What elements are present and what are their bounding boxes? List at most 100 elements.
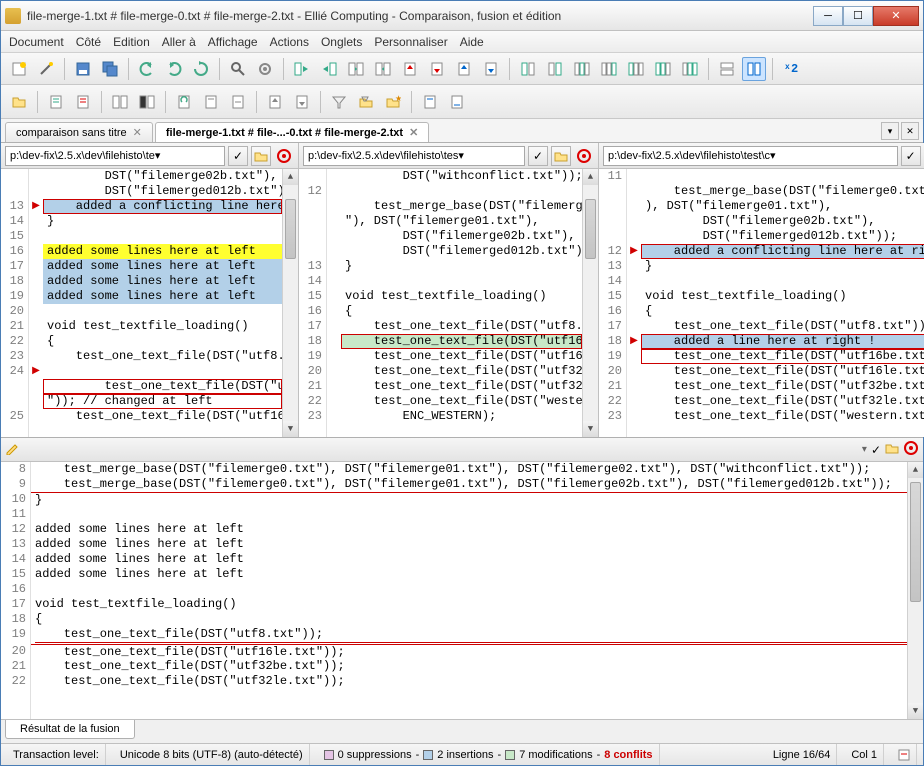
doc-arrow-up-icon[interactable] [263,90,287,114]
filter-icon[interactable] [327,90,351,114]
open-folder-icon[interactable] [251,146,271,166]
nav-next-diff-icon[interactable] [425,57,449,81]
menu-aide[interactable]: Aide [460,35,484,49]
doc-d-icon[interactable] [226,90,250,114]
tab-merge-result[interactable]: Résultat de la fusion [5,720,135,739]
edit-icon[interactable] [5,441,19,458]
check-icon[interactable]: ✓ [228,146,248,166]
folder-open-icon[interactable] [7,90,31,114]
menu-actions[interactable]: Actions [270,35,309,49]
nav-next-conflict-icon[interactable] [479,57,503,81]
three-merge-4-icon[interactable] [651,57,675,81]
undo-icon[interactable] [135,57,159,81]
secondary-toolbar: ★ [1,85,923,119]
layout-horiz-icon[interactable] [715,57,739,81]
tab-label: comparaison sans titre [16,127,127,139]
refresh-icon[interactable] [189,57,213,81]
three-merge-3-icon[interactable] [624,57,648,81]
x2-icon[interactable]: ˣ2 [779,57,803,81]
filter-folder-icon[interactable] [354,90,378,114]
target-icon[interactable] [574,146,594,166]
menu-aller-a[interactable]: Aller à [162,35,196,49]
save-all-icon[interactable] [98,57,122,81]
status-col: Col 1 [845,744,884,765]
doc-pair-1-icon[interactable] [108,90,132,114]
doc-pair-2-icon[interactable] [135,90,159,114]
nav-prev-conflict-icon[interactable] [452,57,476,81]
app-icon [5,8,21,24]
three-merge-5-icon[interactable] [678,57,702,81]
nav-prev-diff-icon[interactable] [398,57,422,81]
close-button[interactable]: ✕ [873,6,919,26]
scrollbar[interactable]: ▲▼ [907,462,923,719]
three-merge-1-icon[interactable] [570,57,594,81]
minimize-button[interactable]: ─ [813,6,843,26]
tabs-close-icon[interactable]: ✕ [901,122,919,140]
search-icon[interactable] [226,57,250,81]
new-icon[interactable] [7,57,31,81]
scrollbar[interactable]: ▲▼ [582,169,598,437]
three-way-panes: p:\dev-fix\2.5.x\dev\filehisto\te ▾ ✓ 13… [1,143,923,438]
status-marker-icon [892,744,917,765]
close-icon[interactable]: ✕ [133,126,142,139]
doc-b-icon[interactable] [71,90,95,114]
menu-personnaliser[interactable]: Personnaliser [374,35,447,49]
merge-left-icon[interactable] [290,57,314,81]
path-input[interactable]: p:\dev-fix\2.5.x\dev\filehisto\te ▾ [5,146,225,166]
document-tabs: comparaison sans titre ✕ file-merge-1.tx… [1,119,923,143]
menu-edition[interactable]: Edition [113,35,150,49]
open-folder-icon[interactable] [551,146,571,166]
check-icon[interactable]: ✓ [901,146,921,166]
open-folder-icon[interactable] [885,441,899,458]
check-icon[interactable]: ✓ [528,146,548,166]
tab-label: file-merge-1.txt # file-...-0.txt # file… [166,127,403,139]
maximize-button[interactable]: ☐ [843,6,873,26]
settings-icon[interactable] [253,57,277,81]
main-toolbar: ˣ2 [1,53,923,85]
tab-file-merge[interactable]: file-merge-1.txt # file-...-0.txt # file… [155,122,429,142]
right-code[interactable]: 11121314151617181920212223▶▶ test_merge_… [599,169,924,437]
doc-arrow-dn-icon[interactable] [290,90,314,114]
panes-container: p:\dev-fix\2.5.x\dev\filehisto\te ▾ ✓ 13… [1,143,923,743]
mid-pane-header: p:\dev-fix\2.5.x\dev\filehisto\tes ▾ ✓ [299,143,598,169]
merge-bottom-tabs: Résultat de la fusion [1,719,923,743]
merge-code[interactable]: 8910111213141516171819202122 test_merge_… [1,462,923,719]
status-diffs: 0 suppressions - 2 insertions - 7 modifi… [318,744,660,765]
doc-c-icon[interactable] [199,90,223,114]
scrollbar[interactable]: ▲▼ [282,169,298,437]
chevron-down-icon[interactable]: ▾ [862,444,867,455]
menu-document[interactable]: Document [9,35,64,49]
redo-icon[interactable] [162,57,186,81]
menu-cote[interactable]: Côté [76,35,101,49]
merge-right-icon[interactable] [317,57,341,81]
merge-result-header: ▾ ✓ [1,438,923,462]
merge-all-right-icon[interactable] [543,57,567,81]
menubar: Document Côté Edition Aller à Affichage … [1,31,923,53]
merge-all-left-icon[interactable] [516,57,540,81]
folder-star-icon[interactable]: ★ [381,90,405,114]
three-merge-2-icon[interactable] [597,57,621,81]
menu-affichage[interactable]: Affichage [208,35,258,49]
doc-f-icon[interactable] [445,90,469,114]
path-input[interactable]: p:\dev-fix\2.5.x\dev\filehisto\test\c ▾ [603,146,898,166]
copy-right-icon[interactable] [371,57,395,81]
tabs-dropdown-icon[interactable]: ▾ [881,122,899,140]
window-title: file-merge-1.txt # file-merge-0.txt # fi… [27,9,813,23]
menu-onglets[interactable]: Onglets [321,35,362,49]
left-code[interactable]: 13141516171819202122232425▶▶ DST("fileme… [1,169,298,437]
copy-left-icon[interactable] [344,57,368,81]
refresh-files-icon[interactable] [172,90,196,114]
layout-vert-icon[interactable] [742,57,766,81]
target-icon[interactable] [903,440,919,459]
save-icon[interactable] [71,57,95,81]
target-icon[interactable] [274,146,294,166]
close-icon[interactable]: ✕ [409,126,418,139]
tab-comparison[interactable]: comparaison sans titre ✕ [5,122,153,142]
mid-code[interactable]: 121314151617181920212223 DST("withconfli… [299,169,598,437]
wand-icon[interactable] [34,57,58,81]
path-input[interactable]: p:\dev-fix\2.5.x\dev\filehisto\tes ▾ [303,146,525,166]
check-icon[interactable]: ✓ [871,443,881,457]
doc-e-icon[interactable] [418,90,442,114]
left-pane: p:\dev-fix\2.5.x\dev\filehisto\te ▾ ✓ 13… [1,143,299,437]
doc-a-icon[interactable] [44,90,68,114]
